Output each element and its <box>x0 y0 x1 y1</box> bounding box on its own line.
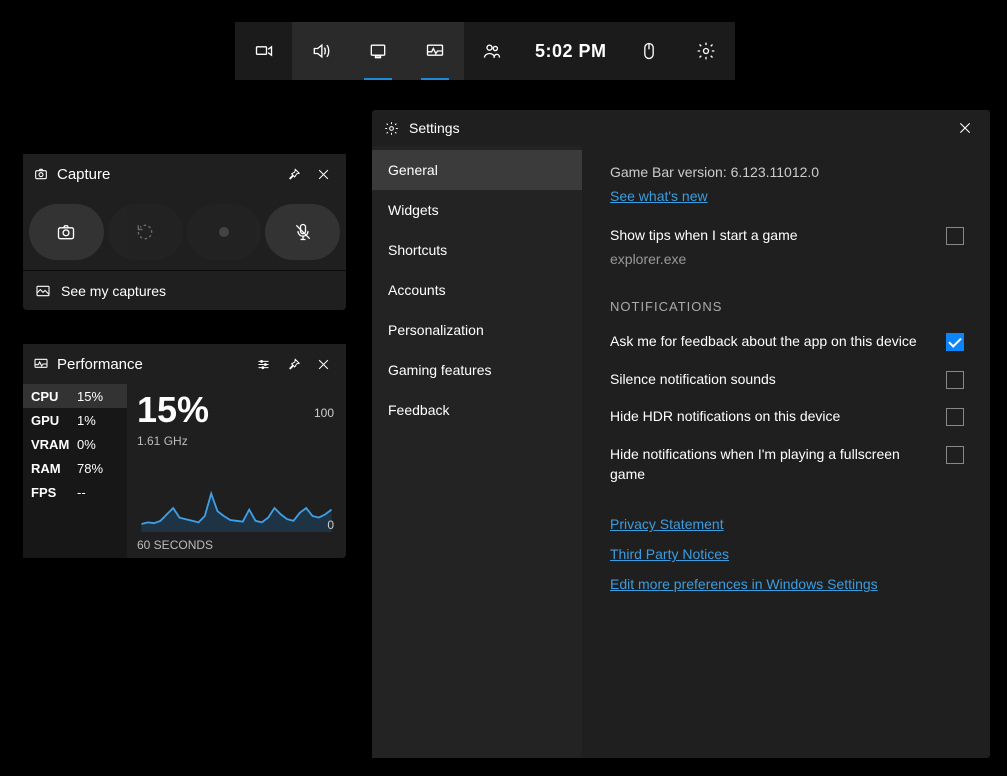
capture-title: Capture <box>57 166 110 183</box>
screenshot-button[interactable] <box>29 204 104 260</box>
pin-button[interactable] <box>280 161 306 187</box>
third-party-link[interactable]: Third Party Notices <box>610 546 964 562</box>
close-button[interactable] <box>310 161 336 187</box>
performance-header: Performance <box>23 344 346 384</box>
pin-button[interactable] <box>280 351 306 377</box>
metrics-list: CPU15% GPU1% VRAM0% RAM78% FPS-- <box>23 384 127 558</box>
performance-graph: 15% 1.61 GHz 100 0 60 SECONDS <box>127 384 346 558</box>
broadcast-button[interactable] <box>235 22 292 80</box>
performance-button[interactable] <box>407 22 464 80</box>
opt-hdr-label: Hide HDR notifications on this device <box>610 407 934 427</box>
metric-ram[interactable]: RAM78% <box>23 456 127 480</box>
xbox-social-button[interactable] <box>464 22 521 80</box>
capture-buttons-row <box>23 194 346 270</box>
show-tips-label: Show tips when I start a game <box>610 226 934 246</box>
clock: 5:02 PM <box>521 22 621 80</box>
settings-title: Settings <box>409 120 460 136</box>
gear-icon <box>384 121 399 136</box>
cpu-frequency: 1.61 GHz <box>137 434 336 448</box>
mouse-passthrough-button[interactable] <box>621 22 678 80</box>
performance-title: Performance <box>57 356 143 373</box>
nav-personalization[interactable]: Personalization <box>372 310 582 350</box>
nav-feedback[interactable]: Feedback <box>372 390 582 430</box>
close-button[interactable] <box>310 351 336 377</box>
metric-vram[interactable]: VRAM0% <box>23 432 127 456</box>
privacy-link[interactable]: Privacy Statement <box>610 516 964 532</box>
options-button[interactable] <box>250 351 276 377</box>
performance-panel: Performance CPU15% GPU1% VRAM0% RAM78% F… <box>23 344 346 558</box>
mic-toggle-button[interactable] <box>265 204 340 260</box>
y-axis-bot: 0 <box>327 518 334 532</box>
settings-header: Settings <box>372 110 990 146</box>
time-axis-label: 60 SECONDS <box>137 532 336 552</box>
performance-icon <box>33 356 49 372</box>
whats-new-link[interactable]: See what's new <box>610 188 708 204</box>
top-bar: 5:02 PM <box>235 22 735 80</box>
opt-hdr-checkbox[interactable] <box>946 408 964 426</box>
settings-main: Game Bar version: 6.123.11012.0 See what… <box>582 146 990 758</box>
version-text: Game Bar version: 6.123.11012.0 <box>610 164 964 180</box>
audio-button[interactable] <box>292 22 349 80</box>
settings-window: Settings General Widgets Shortcuts Accou… <box>372 110 990 758</box>
opt-feedback-label: Ask me for feedback about the app on thi… <box>610 332 934 352</box>
notifications-header: NOTIFICATIONS <box>610 299 964 314</box>
see-captures-label: See my captures <box>61 283 166 299</box>
process-name: explorer.exe <box>610 250 934 270</box>
opt-fullscreen-checkbox[interactable] <box>946 446 964 464</box>
performance-body: CPU15% GPU1% VRAM0% RAM78% FPS-- 15% 1.6… <box>23 384 346 558</box>
metric-gpu[interactable]: GPU1% <box>23 408 127 432</box>
start-record-button[interactable] <box>187 204 262 260</box>
opt-silence-checkbox[interactable] <box>946 371 964 389</box>
gallery-icon <box>35 283 51 299</box>
capture-panel: Capture See my captures <box>23 154 346 310</box>
record-dot-icon <box>219 227 229 237</box>
usage-chart <box>137 452 336 532</box>
settings-button[interactable] <box>678 22 735 80</box>
metric-cpu[interactable]: CPU15% <box>23 384 127 408</box>
windows-settings-link[interactable]: Edit more preferences in Windows Setting… <box>610 576 964 592</box>
see-my-captures-button[interactable]: See my captures <box>23 270 346 310</box>
capture-button[interactable] <box>349 22 406 80</box>
opt-feedback-checkbox[interactable] <box>946 333 964 351</box>
close-button[interactable] <box>952 115 978 141</box>
big-percent: 15% <box>137 392 336 428</box>
nav-widgets[interactable]: Widgets <box>372 190 582 230</box>
nav-accounts[interactable]: Accounts <box>372 270 582 310</box>
capture-header: Capture <box>23 154 346 194</box>
show-tips-checkbox[interactable] <box>946 227 964 245</box>
capture-icon <box>33 166 49 182</box>
settings-nav: General Widgets Shortcuts Accounts Perso… <box>372 146 582 758</box>
nav-gaming-features[interactable]: Gaming features <box>372 350 582 390</box>
nav-shortcuts[interactable]: Shortcuts <box>372 230 582 270</box>
record-last-button[interactable] <box>108 204 183 260</box>
opt-silence-label: Silence notification sounds <box>610 370 934 390</box>
metric-fps[interactable]: FPS-- <box>23 480 127 504</box>
y-axis-top: 100 <box>314 406 334 420</box>
nav-general[interactable]: General <box>372 150 582 190</box>
opt-fullscreen-label: Hide notifications when I'm playing a fu… <box>610 445 934 484</box>
